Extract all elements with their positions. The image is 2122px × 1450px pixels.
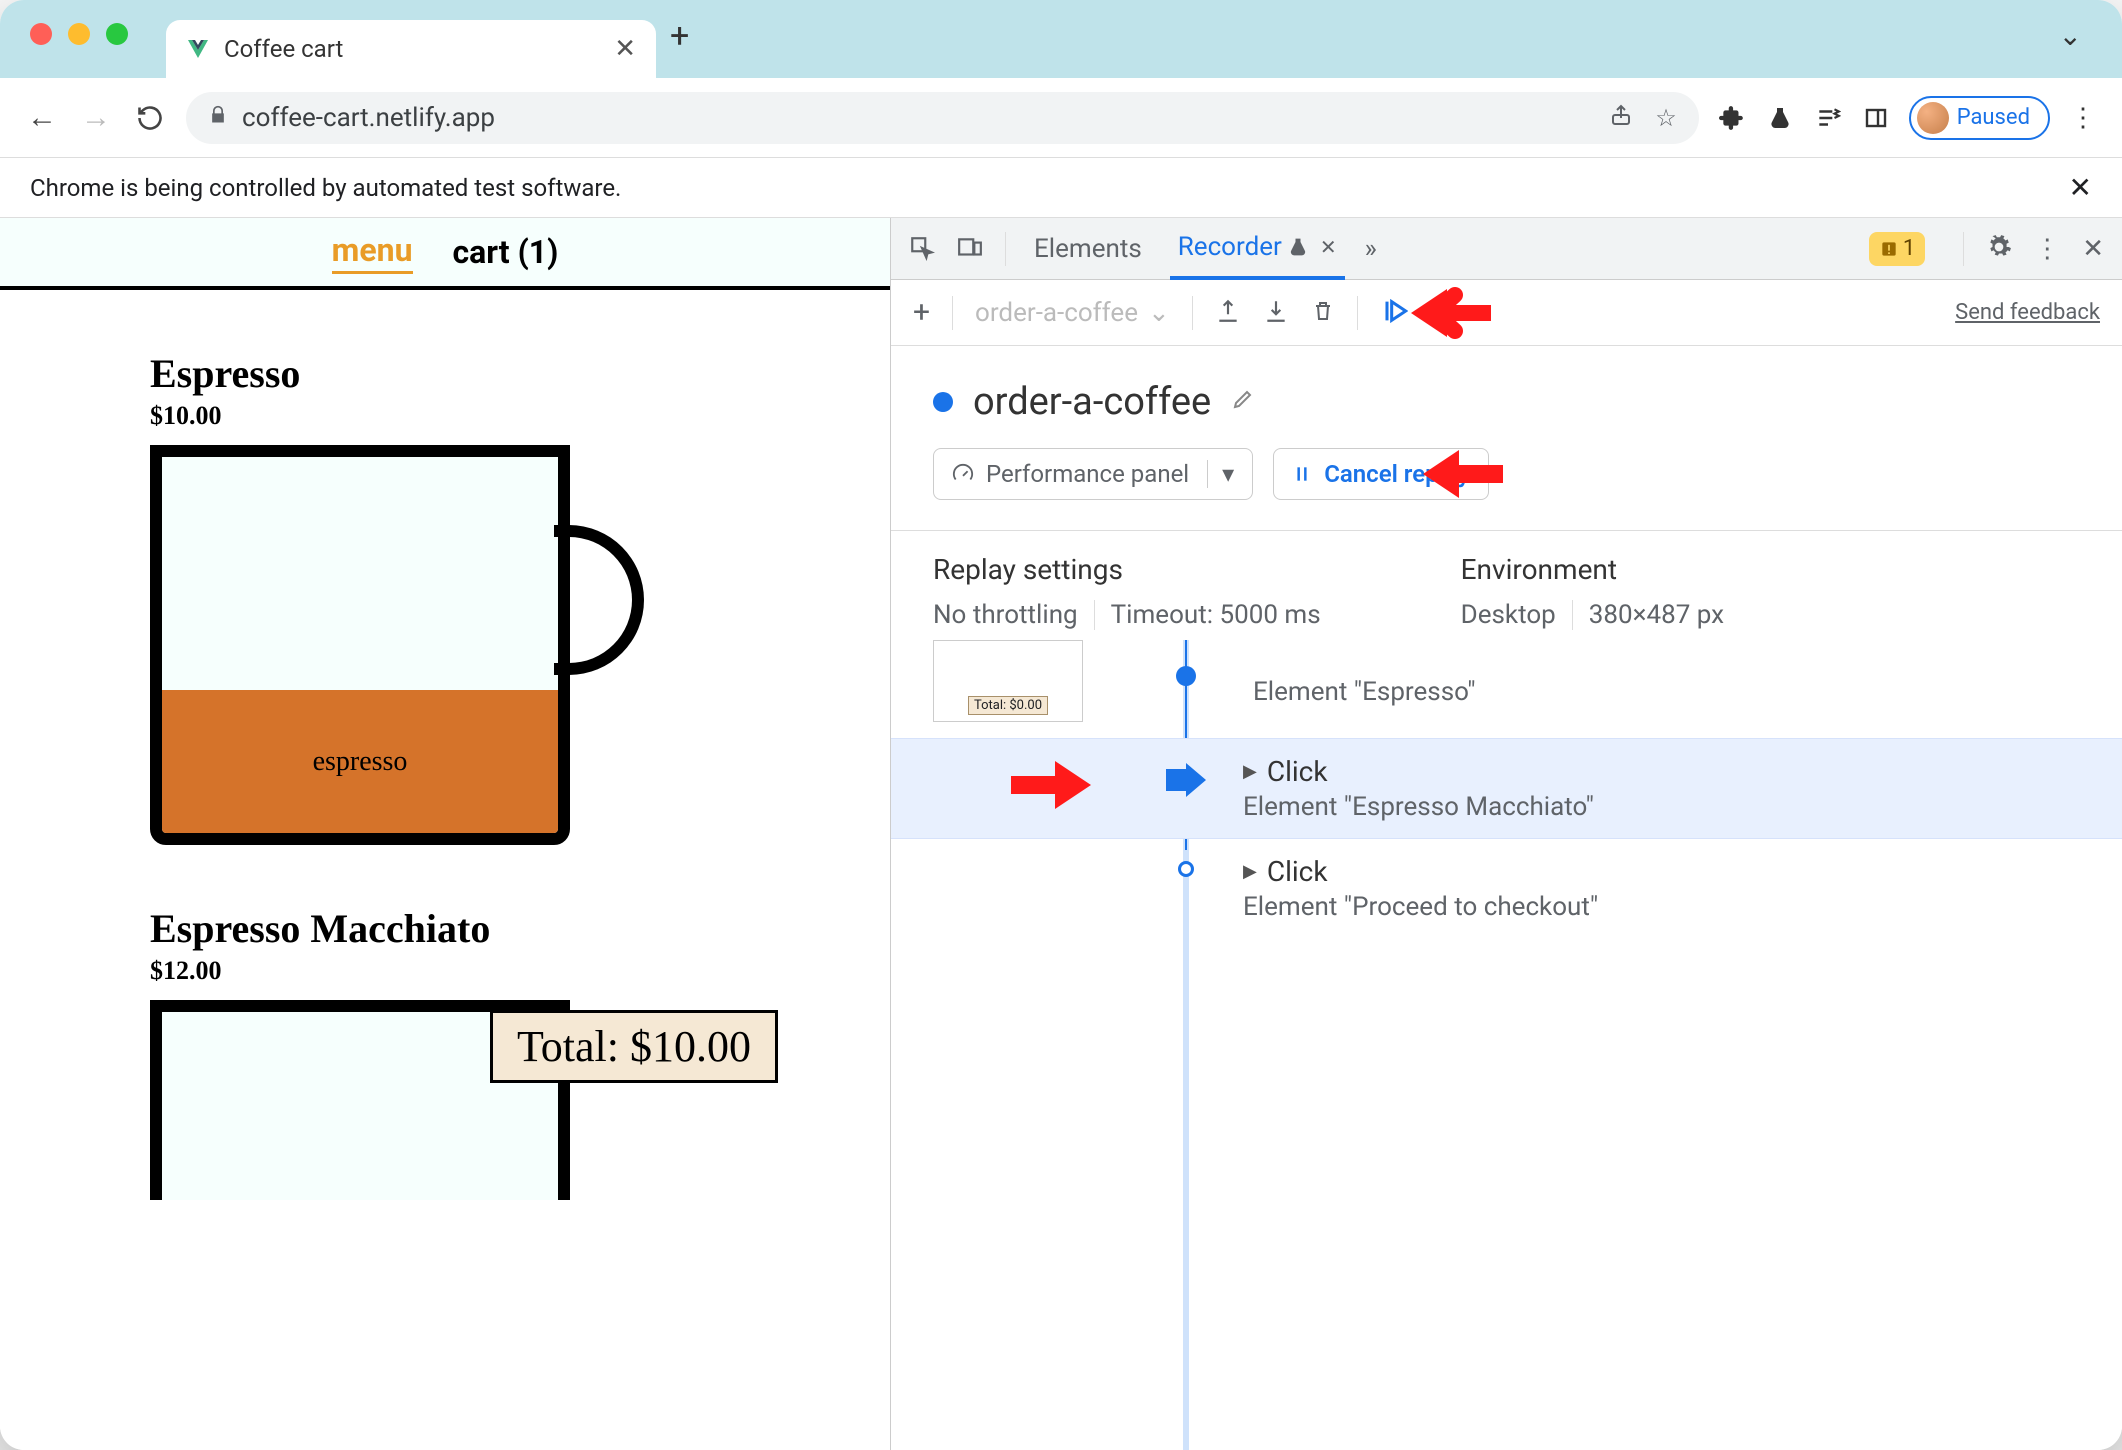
devtools-tabstrip: Elements Recorder ✕ » 1 ⋮ ✕	[891, 218, 2122, 280]
annotation-arrow	[1411, 285, 1491, 341]
step-title: Click	[1267, 755, 1328, 788]
tab-close-icon[interactable]: ✕	[614, 34, 636, 64]
gauge-icon	[952, 463, 974, 485]
page-viewport: menu cart (1) Espresso $10.00 espresso	[0, 218, 890, 1450]
flask-icon	[1288, 237, 1308, 257]
window-maximize-button[interactable]	[106, 23, 128, 45]
annotation-arrow	[1423, 446, 1503, 502]
browser-tab[interactable]: Coffee cart ✕	[166, 20, 656, 78]
timeline-step-current[interactable]: ▶ Click Element "Espresso Macchiato"	[891, 739, 2122, 839]
url-text: coffee-cart.netlify.app	[242, 103, 495, 133]
timeline-step[interactable]: ▶ Click Element "Proceed to checkout"	[891, 839, 2122, 938]
share-icon[interactable]	[1609, 103, 1633, 133]
pause-icon	[1292, 464, 1312, 484]
chevron-down-icon: ⌄	[1148, 298, 1170, 328]
reading-list-icon[interactable]	[1813, 103, 1843, 133]
recording-title-row: order-a-coffee	[933, 380, 2080, 424]
performance-panel-button[interactable]: Performance panel ▾	[933, 448, 1253, 500]
nav-menu-link[interactable]: menu	[332, 231, 413, 274]
coffee-cup-icon[interactable]: espresso	[150, 445, 590, 845]
extensions-icon[interactable]	[1717, 103, 1747, 133]
page-nav: menu cart (1)	[0, 218, 890, 290]
delete-icon[interactable]	[1311, 298, 1335, 328]
recorder-toolbar: + order-a-coffee ⌄	[891, 280, 2122, 346]
labs-icon[interactable]	[1765, 103, 1795, 133]
total-badge[interactable]: Total: $10.00	[490, 1010, 778, 1083]
replay-button[interactable]	[1380, 297, 1408, 329]
window-minimize-button[interactable]	[68, 23, 90, 45]
step-marker-icon	[1178, 861, 1194, 877]
export-icon[interactable]	[1215, 298, 1241, 328]
side-panel-icon[interactable]	[1861, 103, 1891, 133]
product-name: Espresso	[150, 350, 890, 397]
send-feedback-link[interactable]: Send feedback	[1955, 300, 2100, 325]
tab-title: Coffee cart	[224, 35, 600, 63]
tabs-dropdown-icon[interactable]: ⌄	[2059, 19, 2082, 52]
issues-badge[interactable]: 1	[1869, 232, 1925, 266]
annotation-arrow	[1011, 757, 1091, 813]
device-toolbar-icon[interactable]	[957, 235, 985, 263]
avatar-icon	[1917, 102, 1949, 134]
environment-device: Desktop	[1461, 600, 1556, 630]
paused-label: Paused	[1957, 105, 2030, 130]
product-espresso: Espresso $10.00 espresso	[150, 350, 890, 845]
step-thumbnail: Total: $0.00	[933, 640, 1083, 722]
recording-status-dot	[933, 392, 953, 412]
tab-elements[interactable]: Elements	[1026, 218, 1150, 280]
bookmark-icon[interactable]: ☆	[1655, 104, 1677, 132]
cup-fill-label: espresso	[313, 746, 408, 778]
recorder-timeline: Total: $0.00 ▶Click Element "Espresso" ▶…	[891, 640, 2122, 1450]
timeline-step[interactable]: Total: $0.00 ▶Click Element "Espresso"	[891, 640, 2122, 739]
expand-caret-icon[interactable]: ▶	[1243, 861, 1257, 882]
devtools-panel: Elements Recorder ✕ » 1 ⋮ ✕	[890, 218, 2122, 1450]
nav-cart-link[interactable]: cart (1)	[453, 233, 559, 271]
step-title: Click	[1267, 855, 1328, 888]
browser-toolbar: ← → coffee-cart.netlify.app ☆	[0, 78, 2122, 158]
reload-button[interactable]	[132, 100, 168, 136]
profile-paused-chip[interactable]: Paused	[1909, 96, 2050, 140]
more-tabs-icon[interactable]: »	[1365, 234, 1377, 264]
inspect-element-icon[interactable]	[909, 235, 937, 263]
step-description: Element "Espresso"	[1253, 677, 1476, 707]
tab-close-icon[interactable]: ✕	[1320, 235, 1337, 259]
forward-button[interactable]: →	[78, 100, 114, 136]
settings-gear-icon[interactable]	[1986, 234, 2012, 264]
automation-infobar: Chrome is being controlled by automated …	[0, 158, 2122, 218]
lock-icon	[208, 105, 228, 131]
recording-title: order-a-coffee	[973, 380, 1211, 424]
automation-infobar-text: Chrome is being controlled by automated …	[30, 174, 621, 202]
window-close-button[interactable]	[30, 23, 52, 45]
import-icon[interactable]	[1263, 298, 1289, 328]
product-price: $10.00	[150, 401, 890, 431]
vue-logo-icon	[186, 37, 210, 61]
back-button[interactable]: ←	[24, 100, 60, 136]
chevron-down-icon[interactable]: ▾	[1207, 460, 1234, 488]
product-name: Espresso Macchiato	[150, 905, 890, 952]
address-bar[interactable]: coffee-cart.netlify.app ☆	[186, 92, 1699, 144]
browser-titlebar: Coffee cart ✕ + ⌄	[0, 0, 2122, 78]
replay-settings-heading: Replay settings	[933, 553, 1321, 586]
timeout-value[interactable]: Timeout: 5000 ms	[1111, 600, 1321, 630]
product-espresso-macchiato: Espresso Macchiato $12.00 Total: $10.00	[150, 905, 890, 1200]
edit-name-icon[interactable]	[1231, 387, 1255, 418]
product-price: $12.00	[150, 956, 890, 986]
recorder-settings-row: Replay settings No throttling Timeout: 5…	[891, 530, 2122, 640]
tab-recorder[interactable]: Recorder ✕	[1170, 218, 1345, 280]
environment-heading: Environment	[1461, 553, 1724, 586]
devtools-menu-icon[interactable]: ⋮	[2034, 234, 2060, 264]
infobar-close-icon[interactable]: ✕	[2069, 171, 2092, 204]
kebab-menu-icon[interactable]: ⋮	[2068, 103, 2098, 133]
throttling-value[interactable]: No throttling	[933, 600, 1078, 630]
step-description: Element "Espresso Macchiato"	[1243, 792, 1594, 822]
expand-caret-icon[interactable]: ▶	[1243, 761, 1257, 782]
recording-selector[interactable]: order-a-coffee ⌄	[975, 298, 1170, 328]
environment-viewport: 380×487 px	[1589, 600, 1724, 630]
new-tab-button[interactable]: +	[670, 16, 689, 56]
step-description: Element "Proceed to checkout"	[1243, 892, 1598, 922]
new-recording-button[interactable]: +	[913, 295, 930, 330]
devtools-close-icon[interactable]: ✕	[2082, 234, 2104, 264]
current-step-marker-icon	[1166, 763, 1206, 801]
